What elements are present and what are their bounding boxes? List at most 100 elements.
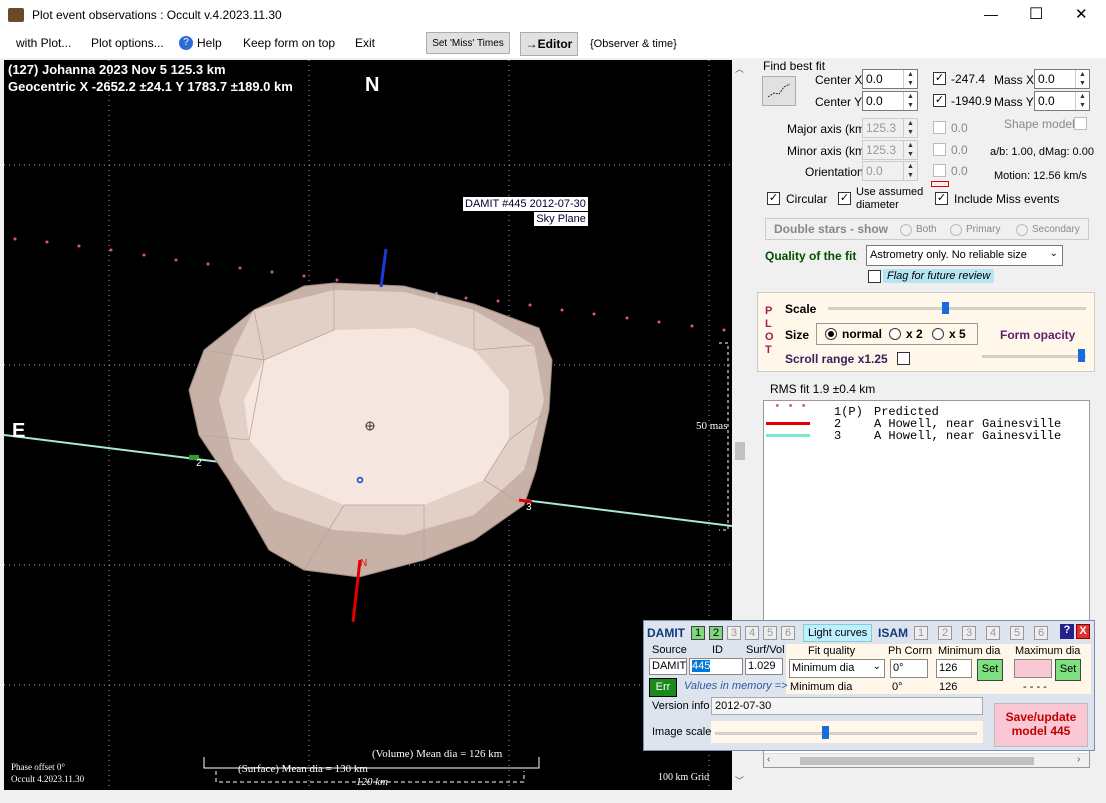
minor-axis-input[interactable]: 125.3 ▲ ▼ <box>862 140 918 160</box>
spin-arrows-icon[interactable]: ▲ ▼ <box>1075 70 1089 88</box>
shape-model-checkbox[interactable] <box>1074 117 1087 130</box>
menu-help[interactable]: Help <box>197 36 222 50</box>
find-best-fit-button[interactable] <box>762 76 796 106</box>
plot-area[interactable]: (127) Johanna 2023 Nov 5 125.3 km Geocen… <box>4 60 732 790</box>
scale-slider-thumb[interactable] <box>942 302 949 314</box>
editor-button[interactable]: →Editor <box>520 32 578 56</box>
damit-help-button[interactable]: ? <box>1060 624 1074 639</box>
quality-select[interactable]: Astrometry only. No reliable size ⌄ <box>866 245 1063 266</box>
legend-hscroll-thumb[interactable] <box>800 757 1034 765</box>
secondary-radio[interactable] <box>1016 224 1028 236</box>
spin-arrows-icon[interactable]: ▲ ▼ <box>903 119 917 137</box>
fit-orientation-checkbox[interactable] <box>933 164 946 177</box>
scroll-up-icon[interactable]: ︿ <box>735 62 744 75</box>
use-assumed-checkbox[interactable]: ✓ <box>838 192 851 205</box>
max-dia-set-button[interactable]: Set <box>1055 659 1081 681</box>
damit-close-button[interactable]: X <box>1076 624 1090 639</box>
size-x2-radio[interactable] <box>889 328 901 340</box>
form-opacity-label: Form opacity <box>1000 328 1076 342</box>
mass-y-input[interactable]: 0.0 ▲ ▼ <box>1034 91 1090 111</box>
err-button[interactable]: Err <box>649 678 677 697</box>
damit-model-2[interactable]: 2 <box>709 626 723 640</box>
surf-vol-label: Surf/Vol <box>746 644 785 656</box>
scale-slider[interactable] <box>824 300 1090 316</box>
legend-hscrollbar[interactable]: ‹ › <box>764 753 1089 767</box>
save-update-model-button[interactable]: Save/update model 445 <box>994 703 1088 747</box>
min-dia-field[interactable]: 126 <box>936 659 972 678</box>
scroll-range-checkbox[interactable] <box>897 352 910 365</box>
size-normal-radio[interactable] <box>825 328 837 340</box>
source-field[interactable]: DAMIT <box>649 658 687 675</box>
fit-y-checkbox[interactable]: ✓ <box>933 94 946 107</box>
min-dia-set-button[interactable]: Set <box>977 659 1003 681</box>
size-label: Size <box>785 328 810 342</box>
plot-letter-l: L <box>765 318 772 330</box>
observer-time-label[interactable]: {Observer & time} <box>590 38 677 50</box>
menu-exit[interactable]: Exit <box>355 36 375 50</box>
max-dia-field[interactable] <box>1014 659 1052 678</box>
fit-x-checkbox[interactable]: ✓ <box>933 72 946 85</box>
image-scale-slider[interactable] <box>711 721 983 743</box>
spin-arrows-icon[interactable]: ▲ ▼ <box>903 92 917 110</box>
size-x5-radio[interactable] <box>932 328 944 340</box>
menu-with-plot[interactable]: with Plot... <box>16 36 71 50</box>
scroll-down-icon[interactable]: ﹀ <box>735 774 744 787</box>
include-miss-checkbox[interactable]: ✓ <box>935 192 948 205</box>
scroll-thumb[interactable] <box>735 442 745 460</box>
rms-fit-label: RMS fit 1.9 ±0.4 km <box>770 382 876 396</box>
image-scale-slider-thumb[interactable] <box>822 726 829 739</box>
version-info-field[interactable]: 2012-07-30 <box>711 697 983 715</box>
isam-title: ISAM <box>878 626 908 640</box>
damit-plot-label-line2: Sky Plane <box>534 212 588 226</box>
spin-arrows-icon[interactable]: ▲ ▼ <box>1075 92 1089 110</box>
isam-model-6[interactable]: 6 <box>1034 626 1048 640</box>
spin-arrows-icon[interactable]: ▲ ▼ <box>903 162 917 180</box>
isam-model-5[interactable]: 5 <box>1010 626 1024 640</box>
marker-1: 1 <box>434 291 440 302</box>
fit-minor-checkbox[interactable] <box>933 143 946 156</box>
center-y-input[interactable]: 0.0 ▲ ▼ <box>862 91 918 111</box>
size-radio-group: normal x 2 x 5 <box>816 323 978 345</box>
form-opacity-slider-thumb[interactable] <box>1078 349 1085 362</box>
spin-arrows-icon[interactable]: ▲ ▼ <box>903 141 917 159</box>
mass-y-label: Mass Y <box>994 95 1034 109</box>
x-result: -247.4 <box>951 72 986 86</box>
major-axis-input[interactable]: 125.3 ▲ ▼ <box>862 118 918 138</box>
fit-major-checkbox[interactable] <box>933 121 946 134</box>
scroll-right-icon[interactable]: › <box>1077 754 1080 765</box>
isam-model-3[interactable]: 3 <box>962 626 976 640</box>
damit-model-5[interactable]: 5 <box>763 626 777 640</box>
light-curves-button[interactable]: Light curves <box>803 624 873 642</box>
spin-arrows-icon[interactable]: ▲ ▼ <box>903 70 917 88</box>
damit-model-1[interactable]: 1 <box>691 626 705 640</box>
damit-model-6[interactable]: 6 <box>781 626 795 640</box>
scroll-left-icon[interactable]: ‹ <box>767 754 770 765</box>
isam-model-2[interactable]: 2 <box>938 626 952 640</box>
isam-model-4[interactable]: 4 <box>986 626 1000 640</box>
isam-model-1[interactable]: 1 <box>914 626 928 640</box>
maximize-button[interactable]: ☐ <box>1029 4 1043 24</box>
id-field[interactable]: 445 <box>689 658 743 675</box>
minimize-button[interactable]: — <box>984 6 998 22</box>
menu-keep-on-top[interactable]: Keep form on top <box>243 36 335 50</box>
chevron-down-icon: ⌄ <box>1049 248 1058 259</box>
damit-model-4[interactable]: 4 <box>745 626 759 640</box>
damit-model-3[interactable]: 3 <box>727 626 741 640</box>
mass-x-input[interactable]: 0.0 ▲ ▼ <box>1034 69 1090 89</box>
form-opacity-slider[interactable] <box>980 347 1090 365</box>
fit-quality-select[interactable]: Minimum dia ⌄ <box>789 659 885 678</box>
ph-corrn-field[interactable]: 0° <box>890 659 928 678</box>
circular-label: Circular <box>786 192 828 206</box>
surf-vol-field[interactable]: 1.029 <box>745 658 783 675</box>
circular-checkbox[interactable]: ✓ <box>767 192 780 205</box>
set-miss-times-button[interactable]: Set 'Miss' Times <box>426 32 510 54</box>
center-x-input[interactable]: 0.0 ▲ ▼ <box>862 69 918 89</box>
fit-group: Fit quality Ph Corrn Minimum dia Maximum… <box>786 644 1091 694</box>
south-n-label: N <box>360 558 368 569</box>
close-button[interactable]: ✕ <box>1075 5 1088 23</box>
primary-radio[interactable] <box>950 224 962 236</box>
both-radio[interactable] <box>900 224 912 236</box>
orientation-input[interactable]: 0.0 ▲ ▼ <box>862 161 918 181</box>
menu-plot-options[interactable]: Plot options... <box>91 36 164 50</box>
flag-review-checkbox[interactable] <box>868 270 881 283</box>
